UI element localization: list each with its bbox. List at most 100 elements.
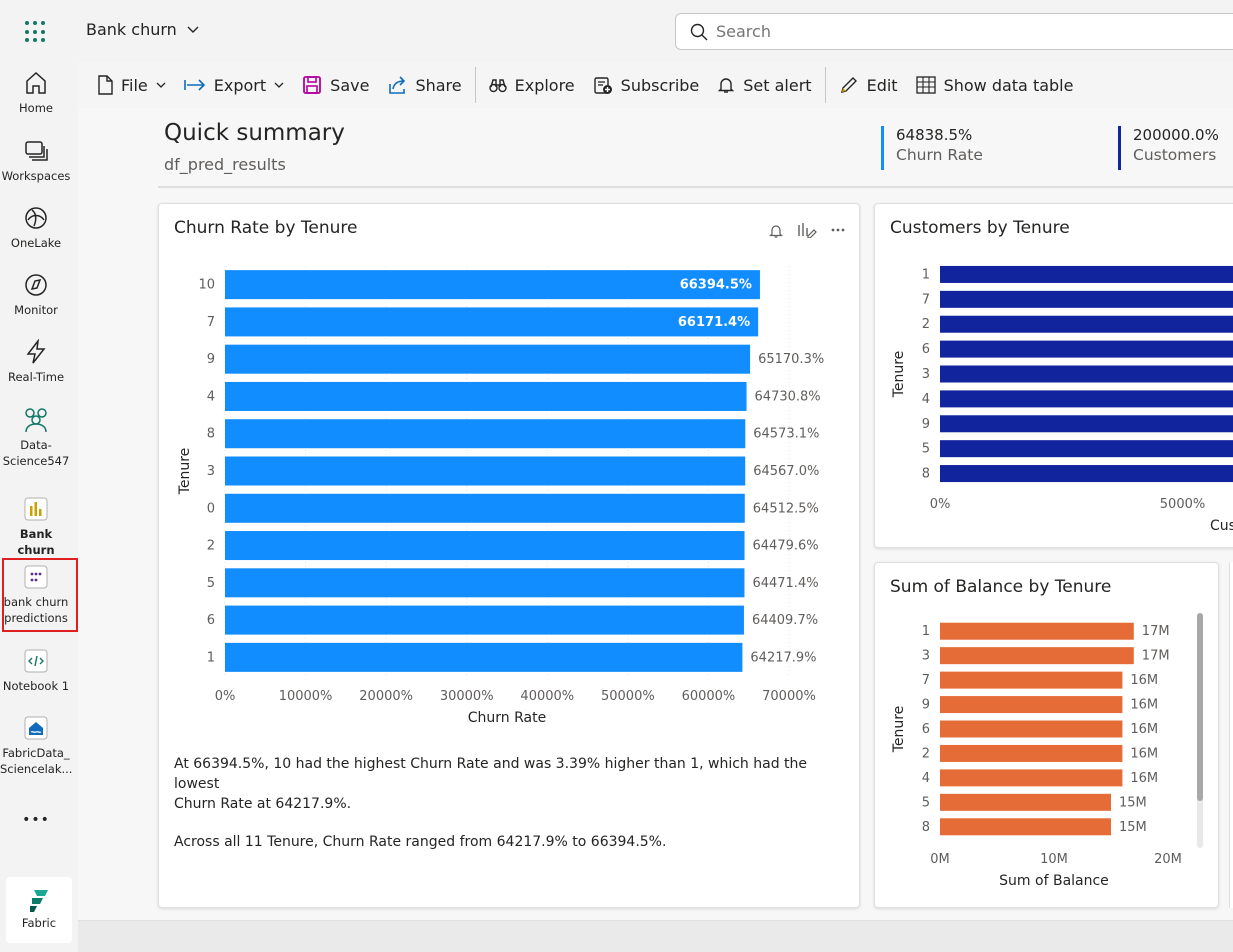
visual-options-icon[interactable]	[797, 222, 817, 238]
narrative-line: At 66394.5%, 10 had the highest Churn Ra…	[174, 756, 808, 792]
data-label: 16M	[1130, 698, 1158, 713]
bar	[940, 671, 1123, 689]
y-tick-label: 5	[922, 795, 930, 810]
notebook-icon	[24, 649, 48, 673]
kpi-value: 64838.5%	[896, 126, 973, 144]
chevron-down-icon	[187, 26, 199, 33]
bar	[225, 642, 743, 672]
rail-item-monitor[interactable]: Monitor	[0, 270, 72, 318]
y-tick-label: 0	[207, 501, 215, 516]
bell-icon[interactable]	[769, 223, 783, 238]
app-launcher-icon[interactable]	[25, 21, 47, 43]
workspaces-icon	[25, 141, 48, 161]
bar	[940, 769, 1123, 787]
y-tick-label: 2	[207, 539, 215, 554]
search-input[interactable]	[716, 22, 1116, 41]
data-label: 64567.0%	[753, 464, 819, 479]
y-tick-label: 2	[922, 746, 930, 761]
bar	[940, 647, 1134, 665]
export-arrow-icon	[183, 79, 205, 91]
bar	[940, 818, 1111, 836]
y-tick-label: 9	[207, 352, 215, 367]
edit-button[interactable]: Edit	[830, 62, 907, 108]
rail-item-lakehouse[interactable]: FabricData_ Sciencelak...	[0, 713, 72, 777]
explore-button[interactable]: Explore	[480, 62, 584, 108]
edit-label: Edit	[866, 75, 898, 95]
x-tick-label: 30000%	[440, 689, 494, 704]
chevron-down-icon	[274, 82, 284, 88]
y-tick-label: 7	[922, 292, 930, 307]
bar	[940, 622, 1134, 640]
rail-item-label: Monitor	[14, 303, 58, 317]
bar	[940, 365, 1233, 383]
narrative-line: Across all 11 Tenure, Churn Rate ranged …	[174, 834, 667, 850]
y-tick-label: 8	[922, 820, 930, 835]
y-tick-label: 7	[922, 673, 930, 688]
bar	[940, 340, 1233, 358]
data-label: 15M	[1119, 795, 1147, 810]
y-tick-label: 5	[207, 576, 215, 591]
x-tick-label: 70000%	[762, 689, 816, 704]
rail-item-onelake[interactable]: OneLake	[0, 203, 72, 251]
y-tick-label: 1	[922, 624, 930, 639]
share-button[interactable]: Share	[378, 62, 470, 108]
rail-item-bank-churn[interactable]: Bank churn	[0, 494, 72, 558]
show-data-table-button[interactable]: Show data table	[907, 62, 1083, 108]
x-tick-label: 40000%	[520, 689, 574, 704]
bar	[940, 390, 1233, 408]
set-alert-button[interactable]: Set alert	[708, 62, 820, 108]
narrative-line: Churn Rate at 64217.9%.	[174, 796, 352, 812]
save-button[interactable]: Save	[293, 62, 378, 108]
scrollbar[interactable]	[1197, 613, 1203, 848]
file-menu-button[interactable]: File	[88, 62, 175, 108]
fabric-switcher[interactable]: Fabric	[6, 877, 72, 943]
workspace-selector[interactable]: Bank churn	[86, 20, 199, 39]
rail-item-workspaces[interactable]: Workspaces	[0, 136, 72, 184]
rail-item-label: FabricData_	[2, 746, 70, 760]
rail-item-label: Bank churn	[17, 527, 55, 557]
more-options-icon[interactable]	[831, 228, 845, 232]
y-axis-title: Tenure	[891, 706, 907, 754]
rail-item-label: Real-Time	[7, 370, 65, 384]
real-time-icon	[26, 339, 46, 364]
subscribe-button[interactable]: Subscribe	[584, 62, 709, 108]
rail-item-label: OneLake	[10, 236, 62, 250]
bar	[940, 744, 1123, 762]
rail-item-label-2: Science547	[2, 454, 70, 468]
search-box[interactable]	[675, 13, 1233, 50]
toolbar-divider	[824, 67, 826, 103]
data-label: 17M	[1142, 624, 1170, 639]
balance-card[interactable]: Sum of Balance by Tenure 0M 10M 20M 1 17M 3 17…	[874, 562, 1219, 908]
rail-item-data-science[interactable]: Data- Science547	[0, 405, 72, 469]
y-tick-label: 3	[922, 367, 930, 382]
rail-item-real-time[interactable]: Real-Time	[0, 337, 72, 385]
x-tick-label: 60000%	[682, 689, 736, 704]
kpi-value: 200000.0%	[1133, 126, 1219, 144]
search-icon	[690, 23, 708, 40]
kpi-churn-rate[interactable]: 64838.5% Churn Rate	[881, 126, 983, 170]
x-tick-label: 20000%	[359, 689, 413, 704]
rail-item-home[interactable]: Home	[0, 68, 72, 116]
churn-rate-card[interactable]: Churn Rate by Tenure 0% 10000% 20000% 30000…	[158, 203, 860, 908]
monitor-icon	[25, 274, 47, 296]
bar	[940, 465, 1233, 483]
x-axis-title: Sum of Balance	[999, 873, 1109, 889]
rail-item-label-2: Sciencelak...	[0, 762, 73, 776]
bell-icon	[718, 78, 735, 93]
bar	[225, 456, 746, 486]
churn-rate-bar-chart: 0% 10000% 20000% 30000% 40000% 50000% 60000% 70…	[177, 266, 824, 726]
y-tick-label: 4	[207, 389, 215, 404]
card-title: Sum of Balance by Tenure	[890, 577, 1112, 597]
data-label: 16M	[1130, 746, 1158, 761]
top-bar: Bank churn	[0, 0, 1233, 62]
y-tick-label: 8	[922, 467, 930, 482]
kpi-customers[interactable]: 200000.0% Customers	[1118, 126, 1219, 170]
summary-divider	[158, 186, 1233, 188]
export-menu-button[interactable]: Export	[175, 62, 293, 108]
bar	[940, 415, 1233, 433]
more-button[interactable]: •••	[0, 812, 72, 828]
customers-card[interactable]: Customers by Tenure 0%5000%10000%1726349…	[874, 203, 1233, 548]
data-label: 15M	[1119, 820, 1147, 835]
scrollbar-thumb[interactable]	[1197, 613, 1203, 801]
rail-item-notebook[interactable]: Notebook 1	[0, 646, 72, 694]
